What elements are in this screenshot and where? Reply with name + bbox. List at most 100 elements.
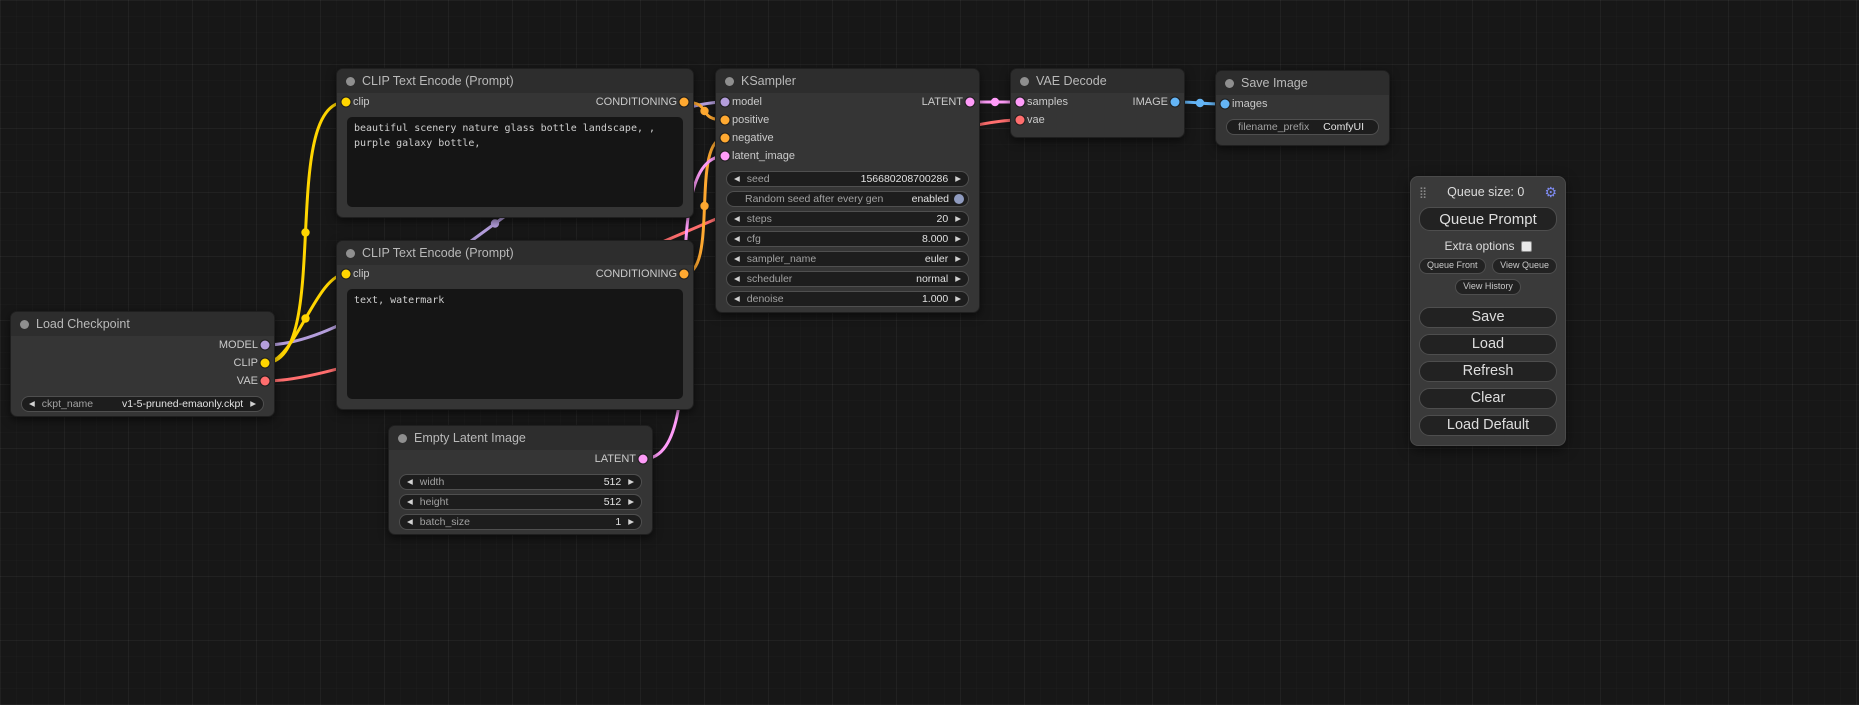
prev-arrow-icon[interactable]: ◀ [734, 235, 740, 243]
clip-output-port[interactable] [261, 359, 270, 368]
collapse-dot-icon[interactable] [398, 434, 407, 443]
widget-label: steps [747, 213, 772, 225]
samples-input-port[interactable] [1016, 98, 1025, 107]
collapse-dot-icon[interactable] [346, 77, 355, 86]
next-arrow-icon[interactable]: ▶ [250, 400, 256, 408]
node-clip-text-encode-negative[interactable]: CLIP Text Encode (Prompt) clip CONDITION… [336, 240, 694, 410]
prev-arrow-icon[interactable]: ◀ [407, 518, 413, 526]
next-arrow-icon[interactable]: ▶ [955, 295, 961, 303]
node-vae-decode[interactable]: VAE Decode samples IMAGE vae [1010, 68, 1185, 138]
collapse-dot-icon[interactable] [20, 320, 29, 329]
prompt-textarea[interactable]: beautiful scenery nature glass bottle la… [347, 117, 683, 207]
output-label: IMAGE [1133, 96, 1168, 108]
next-arrow-icon[interactable]: ▶ [628, 498, 634, 506]
model-output-port[interactable] [261, 341, 270, 350]
width-widget[interactable]: ◀ width 512 ▶ [399, 474, 642, 490]
conditioning-output-port[interactable] [680, 270, 689, 279]
clip-input-port[interactable] [342, 98, 351, 107]
next-arrow-icon[interactable]: ▶ [628, 518, 634, 526]
load-default-button[interactable]: Load Default [1419, 415, 1557, 436]
height-widget[interactable]: ◀ height 512 ▶ [399, 494, 642, 510]
prev-arrow-icon[interactable]: ◀ [407, 478, 413, 486]
port-row: images [1216, 95, 1389, 113]
next-arrow-icon[interactable]: ▶ [628, 478, 634, 486]
prev-arrow-icon[interactable]: ◀ [734, 255, 740, 263]
widget-value: 1 [615, 516, 621, 528]
node-title: Load Checkpoint [36, 317, 130, 331]
image-output-port[interactable] [1171, 98, 1180, 107]
node-title-bar[interactable]: Load Checkpoint [11, 312, 274, 336]
next-arrow-icon[interactable]: ▶ [955, 275, 961, 283]
node-ksampler[interactable]: KSampler model LATENT positive negative … [715, 68, 980, 313]
vae-output-port[interactable] [261, 377, 270, 386]
node-save-image[interactable]: Save Image images filename_prefix ComfyU… [1215, 70, 1390, 146]
drag-handle-icon[interactable]: ⣿ [1419, 186, 1427, 199]
images-input-port[interactable] [1221, 100, 1230, 109]
collapse-dot-icon[interactable] [1020, 77, 1029, 86]
view-queue-button[interactable]: View Queue [1492, 258, 1557, 274]
refresh-button[interactable]: Refresh [1419, 361, 1557, 382]
node-title-bar[interactable]: Save Image [1216, 71, 1389, 95]
node-graph-canvas[interactable]: Load Checkpoint MODEL CLIP VAE ◀ ckpt_na… [0, 0, 1859, 705]
node-load-checkpoint[interactable]: Load Checkpoint MODEL CLIP VAE ◀ ckpt_na… [10, 311, 275, 417]
next-arrow-icon[interactable]: ▶ [955, 215, 961, 223]
prev-arrow-icon[interactable]: ◀ [734, 295, 740, 303]
input-label: model [732, 96, 762, 108]
next-arrow-icon[interactable]: ▶ [955, 255, 961, 263]
vae-input-port[interactable] [1016, 116, 1025, 125]
latent-image-input-port[interactable] [721, 152, 730, 161]
node-title-bar[interactable]: CLIP Text Encode (Prompt) [337, 69, 693, 93]
collapse-dot-icon[interactable] [346, 249, 355, 258]
seed-widget[interactable]: ◀ seed 156680208700286 ▶ [726, 171, 969, 187]
node-clip-text-encode-positive[interactable]: CLIP Text Encode (Prompt) clip CONDITION… [336, 68, 694, 218]
prev-arrow-icon[interactable]: ◀ [734, 275, 740, 283]
cfg-widget[interactable]: ◀ cfg 8.000 ▶ [726, 231, 969, 247]
negative-input-port[interactable] [721, 134, 730, 143]
port-row: model LATENT [716, 93, 979, 111]
view-history-button[interactable]: View History [1455, 279, 1521, 295]
widget-value: v1-5-pruned-emaonly.ckpt [122, 398, 243, 410]
prompt-textarea[interactable]: text, watermark [347, 289, 683, 399]
node-title-bar[interactable]: VAE Decode [1011, 69, 1184, 93]
collapse-dot-icon[interactable] [1225, 79, 1234, 88]
sampler-name-widget[interactable]: ◀ sampler_name euler ▶ [726, 251, 969, 267]
queue-front-button[interactable]: Queue Front [1419, 258, 1486, 274]
extra-options-checkbox[interactable] [1521, 241, 1532, 252]
random-seed-toggle-widget[interactable]: Random seed after every gen enabled [726, 191, 969, 207]
load-button[interactable]: Load [1419, 334, 1557, 355]
conditioning-output-port[interactable] [680, 98, 689, 107]
widget-value: 156680208700286 [861, 173, 949, 185]
ckpt-name-widget[interactable]: ◀ ckpt_name v1-5-pruned-emaonly.ckpt ▶ [21, 396, 264, 412]
prev-arrow-icon[interactable]: ◀ [734, 175, 740, 183]
clip-input-port[interactable] [342, 270, 351, 279]
toggle-indicator[interactable] [954, 194, 964, 204]
model-input-port[interactable] [721, 98, 730, 107]
batch-size-widget[interactable]: ◀ batch_size 1 ▶ [399, 514, 642, 530]
output-row: VAE [11, 372, 274, 390]
filename-prefix-widget[interactable]: filename_prefix ComfyUI [1226, 119, 1379, 135]
denoise-widget[interactable]: ◀ denoise 1.000 ▶ [726, 291, 969, 307]
queue-prompt-button[interactable]: Queue Prompt [1419, 207, 1557, 231]
latent-output-port[interactable] [966, 98, 975, 107]
prev-arrow-icon[interactable]: ◀ [734, 215, 740, 223]
widget-label: cfg [747, 233, 761, 245]
node-title-bar[interactable]: CLIP Text Encode (Prompt) [337, 241, 693, 265]
node-empty-latent-image[interactable]: Empty Latent Image LATENT ◀ width 512 ▶ … [388, 425, 653, 535]
port-row: clip CONDITIONING [337, 265, 693, 283]
next-arrow-icon[interactable]: ▶ [955, 175, 961, 183]
output-label: LATENT [922, 96, 963, 108]
steps-widget[interactable]: ◀ steps 20 ▶ [726, 211, 969, 227]
scheduler-widget[interactable]: ◀ scheduler normal ▶ [726, 271, 969, 287]
node-title-bar[interactable]: Empty Latent Image [389, 426, 652, 450]
prev-arrow-icon[interactable]: ◀ [29, 400, 35, 408]
settings-gear-icon[interactable]: ⚙ [1544, 185, 1557, 199]
node-title: VAE Decode [1036, 74, 1107, 88]
collapse-dot-icon[interactable] [725, 77, 734, 86]
next-arrow-icon[interactable]: ▶ [955, 235, 961, 243]
positive-input-port[interactable] [721, 116, 730, 125]
latent-output-port[interactable] [639, 455, 648, 464]
clear-button[interactable]: Clear [1419, 388, 1557, 409]
prev-arrow-icon[interactable]: ◀ [407, 498, 413, 506]
save-button[interactable]: Save [1419, 307, 1557, 328]
node-title-bar[interactable]: KSampler [716, 69, 979, 93]
